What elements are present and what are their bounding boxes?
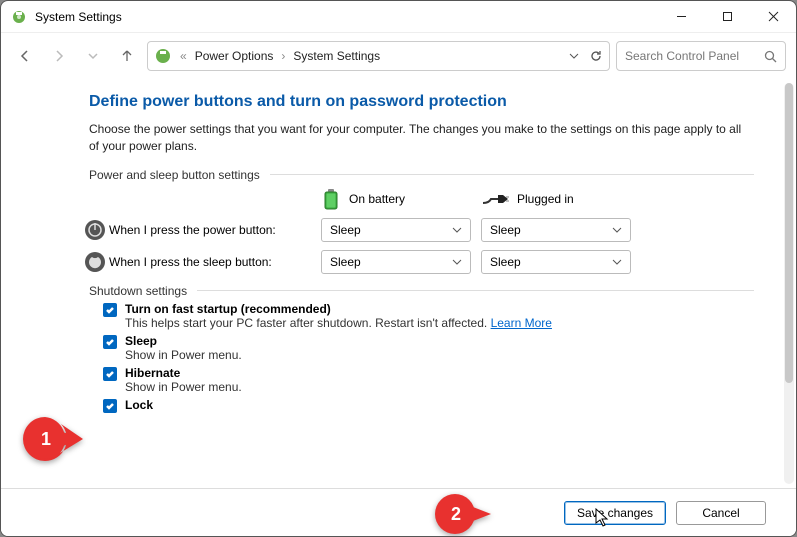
address-bar[interactable]: « Power Options › System Settings bbox=[147, 41, 610, 71]
scrollbar-thumb[interactable] bbox=[785, 83, 793, 383]
search-input[interactable]: Search Control Panel bbox=[616, 41, 786, 71]
plug-icon bbox=[481, 192, 509, 206]
check-hibernate-title: Hibernate bbox=[125, 366, 242, 380]
chevron-down-icon bbox=[612, 257, 622, 267]
select-power-plugged[interactable]: Sleep bbox=[481, 218, 631, 242]
window-title: System Settings bbox=[35, 10, 658, 24]
select-power-battery[interactable]: Sleep bbox=[321, 218, 471, 242]
check-sleep: Sleep Show in Power menu. bbox=[103, 334, 754, 362]
toolbar: « Power Options › System Settings Search… bbox=[1, 33, 796, 79]
select-sleep-plugged[interactable]: Sleep bbox=[481, 250, 631, 274]
callout-1-number: 1 bbox=[23, 417, 83, 461]
battery-icon bbox=[321, 188, 341, 210]
forward-button[interactable] bbox=[45, 42, 73, 70]
check-hibernate: Hibernate Show in Power menu. bbox=[103, 366, 754, 394]
search-placeholder: Search Control Panel bbox=[625, 49, 764, 63]
checkbox-fast-startup[interactable] bbox=[103, 303, 117, 317]
check-fast-title: Turn on fast startup (recommended) bbox=[125, 302, 552, 316]
section-power-sleep: Power and sleep button settings bbox=[89, 168, 754, 182]
cursor-icon bbox=[595, 508, 611, 528]
col-on-battery: On battery bbox=[321, 188, 481, 210]
row-power-button: When I press the power button: Sleep Sle… bbox=[81, 218, 754, 242]
breadcrumb-part1[interactable]: Power Options bbox=[195, 49, 274, 63]
select-sleep-battery[interactable]: Sleep bbox=[321, 250, 471, 274]
check-lock: Lock bbox=[103, 398, 754, 413]
cancel-button[interactable]: Cancel bbox=[676, 501, 766, 525]
search-icon bbox=[764, 50, 777, 63]
checkbox-sleep[interactable] bbox=[103, 335, 117, 349]
titlebar: System Settings bbox=[1, 1, 796, 33]
close-button[interactable] bbox=[750, 1, 796, 33]
row-power-label: When I press the power button: bbox=[109, 223, 321, 237]
sleep-button-icon bbox=[84, 251, 106, 273]
section-shutdown: Shutdown settings bbox=[89, 284, 754, 298]
page-heading: Define power buttons and turn on passwor… bbox=[89, 93, 754, 111]
address-dropdown-icon[interactable] bbox=[569, 51, 579, 61]
recent-chevron-icon[interactable] bbox=[79, 42, 107, 70]
power-button-icon bbox=[84, 219, 106, 241]
callout-1: 1 bbox=[23, 417, 83, 461]
check-fast-desc: This helps start your PC faster after sh… bbox=[125, 316, 552, 330]
checkbox-hibernate[interactable] bbox=[103, 367, 117, 381]
row-sleep-label: When I press the sleep button: bbox=[109, 255, 321, 269]
check-sleep-title: Sleep bbox=[125, 334, 242, 348]
callout-2-number: 2 bbox=[433, 492, 493, 536]
footer: Save changes Cancel bbox=[1, 488, 796, 536]
minimize-button[interactable] bbox=[658, 1, 704, 33]
column-headers: On battery Plugged in bbox=[81, 188, 754, 210]
up-button[interactable] bbox=[113, 42, 141, 70]
content-area: Define power buttons and turn on passwor… bbox=[1, 79, 782, 488]
check-hibernate-desc: Show in Power menu. bbox=[125, 380, 242, 394]
refresh-icon[interactable] bbox=[589, 49, 603, 63]
maximize-button[interactable] bbox=[704, 1, 750, 33]
power-options-icon bbox=[154, 47, 172, 65]
back-button[interactable] bbox=[11, 42, 39, 70]
page-description: Choose the power settings that you want … bbox=[89, 121, 754, 156]
breadcrumb-chevron-icon: › bbox=[281, 49, 285, 63]
callout-2: 2 bbox=[433, 492, 493, 536]
window-controls bbox=[658, 1, 796, 33]
app-icon bbox=[11, 9, 27, 25]
system-settings-window: System Settings « Power Options › System… bbox=[0, 0, 797, 537]
breadcrumb-sep-icon: « bbox=[180, 49, 187, 63]
save-button[interactable]: Save changes bbox=[564, 501, 666, 525]
scrollbar[interactable] bbox=[784, 83, 794, 484]
col-plugged-in: Plugged in bbox=[481, 192, 641, 206]
learn-more-link[interactable]: Learn More bbox=[491, 316, 552, 330]
row-sleep-button: When I press the sleep button: Sleep Sle… bbox=[81, 250, 754, 274]
check-fast-startup: Turn on fast startup (recommended) This … bbox=[103, 302, 754, 330]
check-sleep-desc: Show in Power menu. bbox=[125, 348, 242, 362]
chevron-down-icon bbox=[452, 257, 462, 267]
chevron-down-icon bbox=[612, 225, 622, 235]
check-lock-title: Lock bbox=[125, 398, 153, 412]
chevron-down-icon bbox=[452, 225, 462, 235]
breadcrumb-part2[interactable]: System Settings bbox=[293, 49, 380, 63]
checkbox-lock[interactable] bbox=[103, 399, 117, 413]
